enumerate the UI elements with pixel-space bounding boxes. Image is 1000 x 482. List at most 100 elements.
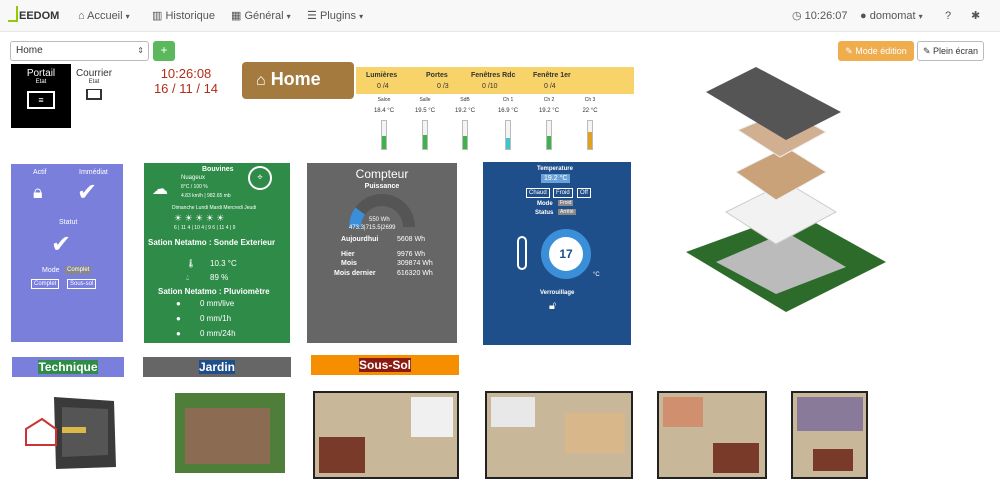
user-menu[interactable]: ● domomat ▾ <box>860 0 923 32</box>
immediat-label: Immédiat <box>79 169 108 176</box>
complet-button[interactable]: Complet <box>31 279 60 289</box>
row-label: Mois <box>341 260 357 267</box>
temp-room-value: 19.2 °C <box>538 108 560 114</box>
temp-room-value: 19.2 °C <box>454 108 476 114</box>
house-icon: ⌂ <box>256 72 266 89</box>
temp-room-value: 22 °C <box>582 108 598 114</box>
jardin-panel: Bouvines ☁ Nuageux 8°C / 100 % 4.83 km/h… <box>144 163 290 343</box>
courrier-tile[interactable]: Courrier Etat <box>71 64 117 114</box>
row-label: Mois dernier <box>334 270 376 277</box>
menu-historique[interactable]: ▥ Historique <box>152 0 215 32</box>
menu-general[interactable]: ▦ Général ▾ <box>231 0 291 32</box>
drop-icon: ● <box>176 314 181 323</box>
courrier-name: Courrier <box>75 68 113 79</box>
temp-gauge-fill <box>423 135 427 149</box>
statut-label: Statut <box>59 219 78 226</box>
category-2eme[interactable]: 2eme <box>790 353 868 373</box>
weather-line1: 8°C / 100 % <box>181 184 208 190</box>
gauge-range: 473.3|715.5|2699 <box>349 225 396 231</box>
portail-tile[interactable]: Portail Etat ≡ <box>11 64 71 128</box>
jeedom-logo[interactable]: EEDOM <box>8 6 59 26</box>
courrier-state: Etat <box>88 79 100 85</box>
thermostat-mode-value: Froid <box>558 200 574 206</box>
caret-down-icon: ▾ <box>918 12 923 21</box>
help-icon[interactable]: ? <box>945 0 951 32</box>
temp-room-label: Salon <box>377 97 391 103</box>
unlock-icon[interactable]: 🔓︎ <box>549 300 556 313</box>
summary-group-name: Lumières <box>366 72 398 79</box>
row-value: 616320 Wh <box>397 270 433 277</box>
power-gauge <box>349 194 415 228</box>
sous-sol-plan-image[interactable] <box>313 391 459 479</box>
settings-icon[interactable]: ✱ <box>971 0 980 32</box>
row-label: Aujourdhui <box>341 236 379 243</box>
jardin-plan-image[interactable] <box>175 393 285 473</box>
summary-group-value: 0 /4 <box>544 83 556 90</box>
row-value: 5608 Wh <box>397 236 426 243</box>
category-label: 2eme <box>813 356 845 370</box>
user-icon: ● <box>860 10 867 22</box>
category-rdc[interactable]: Rdc <box>486 355 634 375</box>
server-cabinet-image[interactable] <box>22 393 122 473</box>
menu-accueil-label: Accueil <box>87 10 123 22</box>
temp-gauge-fill <box>588 132 592 149</box>
statut-check-icon: ✔ <box>51 231 72 258</box>
menu-plugins[interactable]: ☰ Plugins ▾ <box>307 0 363 32</box>
category-label: Sous-Sol <box>358 358 411 372</box>
select-arrows-icon: ⇕ <box>137 46 144 55</box>
summary-group-value: 0 /10 <box>482 83 498 90</box>
temp-room-label: Salle <box>419 97 431 103</box>
menu-plugins-label: Plugins <box>319 10 357 22</box>
summary-group-value: 0 /4 <box>377 83 389 90</box>
temp-gauge <box>546 120 552 150</box>
setpoint-unit: °C <box>593 272 600 278</box>
forecast-temps: 6 | 11 4 | 10 4 | 9 6 | 11 4 | 9 <box>174 225 236 231</box>
add-button[interactable]: + <box>153 41 175 61</box>
mode-edition-button[interactable]: ✎ Mode édition <box>838 41 914 61</box>
setpoint-dial[interactable]: 17 <box>541 229 591 279</box>
off-button[interactable]: Off <box>577 188 591 198</box>
thermostat-mode-label: Mode <box>537 201 553 207</box>
widget-clock-date: 16 / 11 / 14 <box>153 81 219 96</box>
lock-icon[interactable]: 🔒︎ <box>33 182 43 203</box>
category-sous-sol[interactable]: Sous-Sol <box>311 355 459 375</box>
mode-value: Complet <box>65 266 92 274</box>
category-technique[interactable]: Technique <box>12 357 124 377</box>
view-select-value: Home <box>16 45 43 56</box>
temp-gauge <box>587 120 593 150</box>
thermostat-temp: 19.2 °C <box>541 174 571 183</box>
category-jardin[interactable]: Jardin <box>143 357 291 377</box>
sous-sol-button[interactable]: Sous-sol <box>67 279 97 289</box>
plein-ecran-button[interactable]: ✎ Plein écran <box>917 41 984 61</box>
summary-group-value: 0 /3 <box>437 83 449 90</box>
caret-down-icon: ▾ <box>286 12 291 21</box>
temp-room-label: Ch 1 <box>502 97 514 103</box>
mode-edition-label: Mode édition <box>855 46 907 56</box>
category-label: 1er <box>699 356 719 370</box>
compass-icon: ✣ <box>248 166 272 190</box>
check-icon[interactable]: ✔ <box>77 178 97 207</box>
chaud-button[interactable]: Chaud <box>526 188 550 198</box>
droplet-icon: 💧︎ <box>186 273 190 282</box>
mailbox-icon <box>86 89 102 100</box>
thermometer-icon: 🌡︎ <box>186 259 197 268</box>
home-badge[interactable]: ⌂ Home <box>242 62 354 99</box>
compteur-title: Compteur <box>355 167 409 181</box>
view-select[interactable]: Home ⇕ <box>10 41 149 61</box>
etage-1-plan-image[interactable] <box>657 391 767 479</box>
category-1er[interactable]: 1er <box>652 353 766 373</box>
navbar: EEDOM ⌂ Accueil ▾ ▥ Historique ▦ Général… <box>0 0 1000 32</box>
exterior-humidity: 89 % <box>210 273 229 282</box>
widget-clock: 10:26:08 16 / 11 / 14 <box>148 66 224 96</box>
row-value: 9976 Wh <box>397 251 426 258</box>
etage-2-plan-image[interactable] <box>791 391 868 479</box>
rdc-plan-image[interactable] <box>485 391 633 479</box>
temp-gauge <box>505 120 511 150</box>
forecast-sun-icon: ☀ ☀ ☀ ☀ ☀ <box>174 213 225 223</box>
lock-label: Verrouillage <box>540 290 575 296</box>
gauge-value: 550 Wh <box>369 217 390 223</box>
clock-icon: ◷ <box>792 10 802 22</box>
menu-general-label: Général <box>244 10 284 22</box>
menu-accueil[interactable]: ⌂ Accueil ▾ <box>78 0 130 32</box>
froid-button[interactable]: Froid <box>553 188 573 198</box>
